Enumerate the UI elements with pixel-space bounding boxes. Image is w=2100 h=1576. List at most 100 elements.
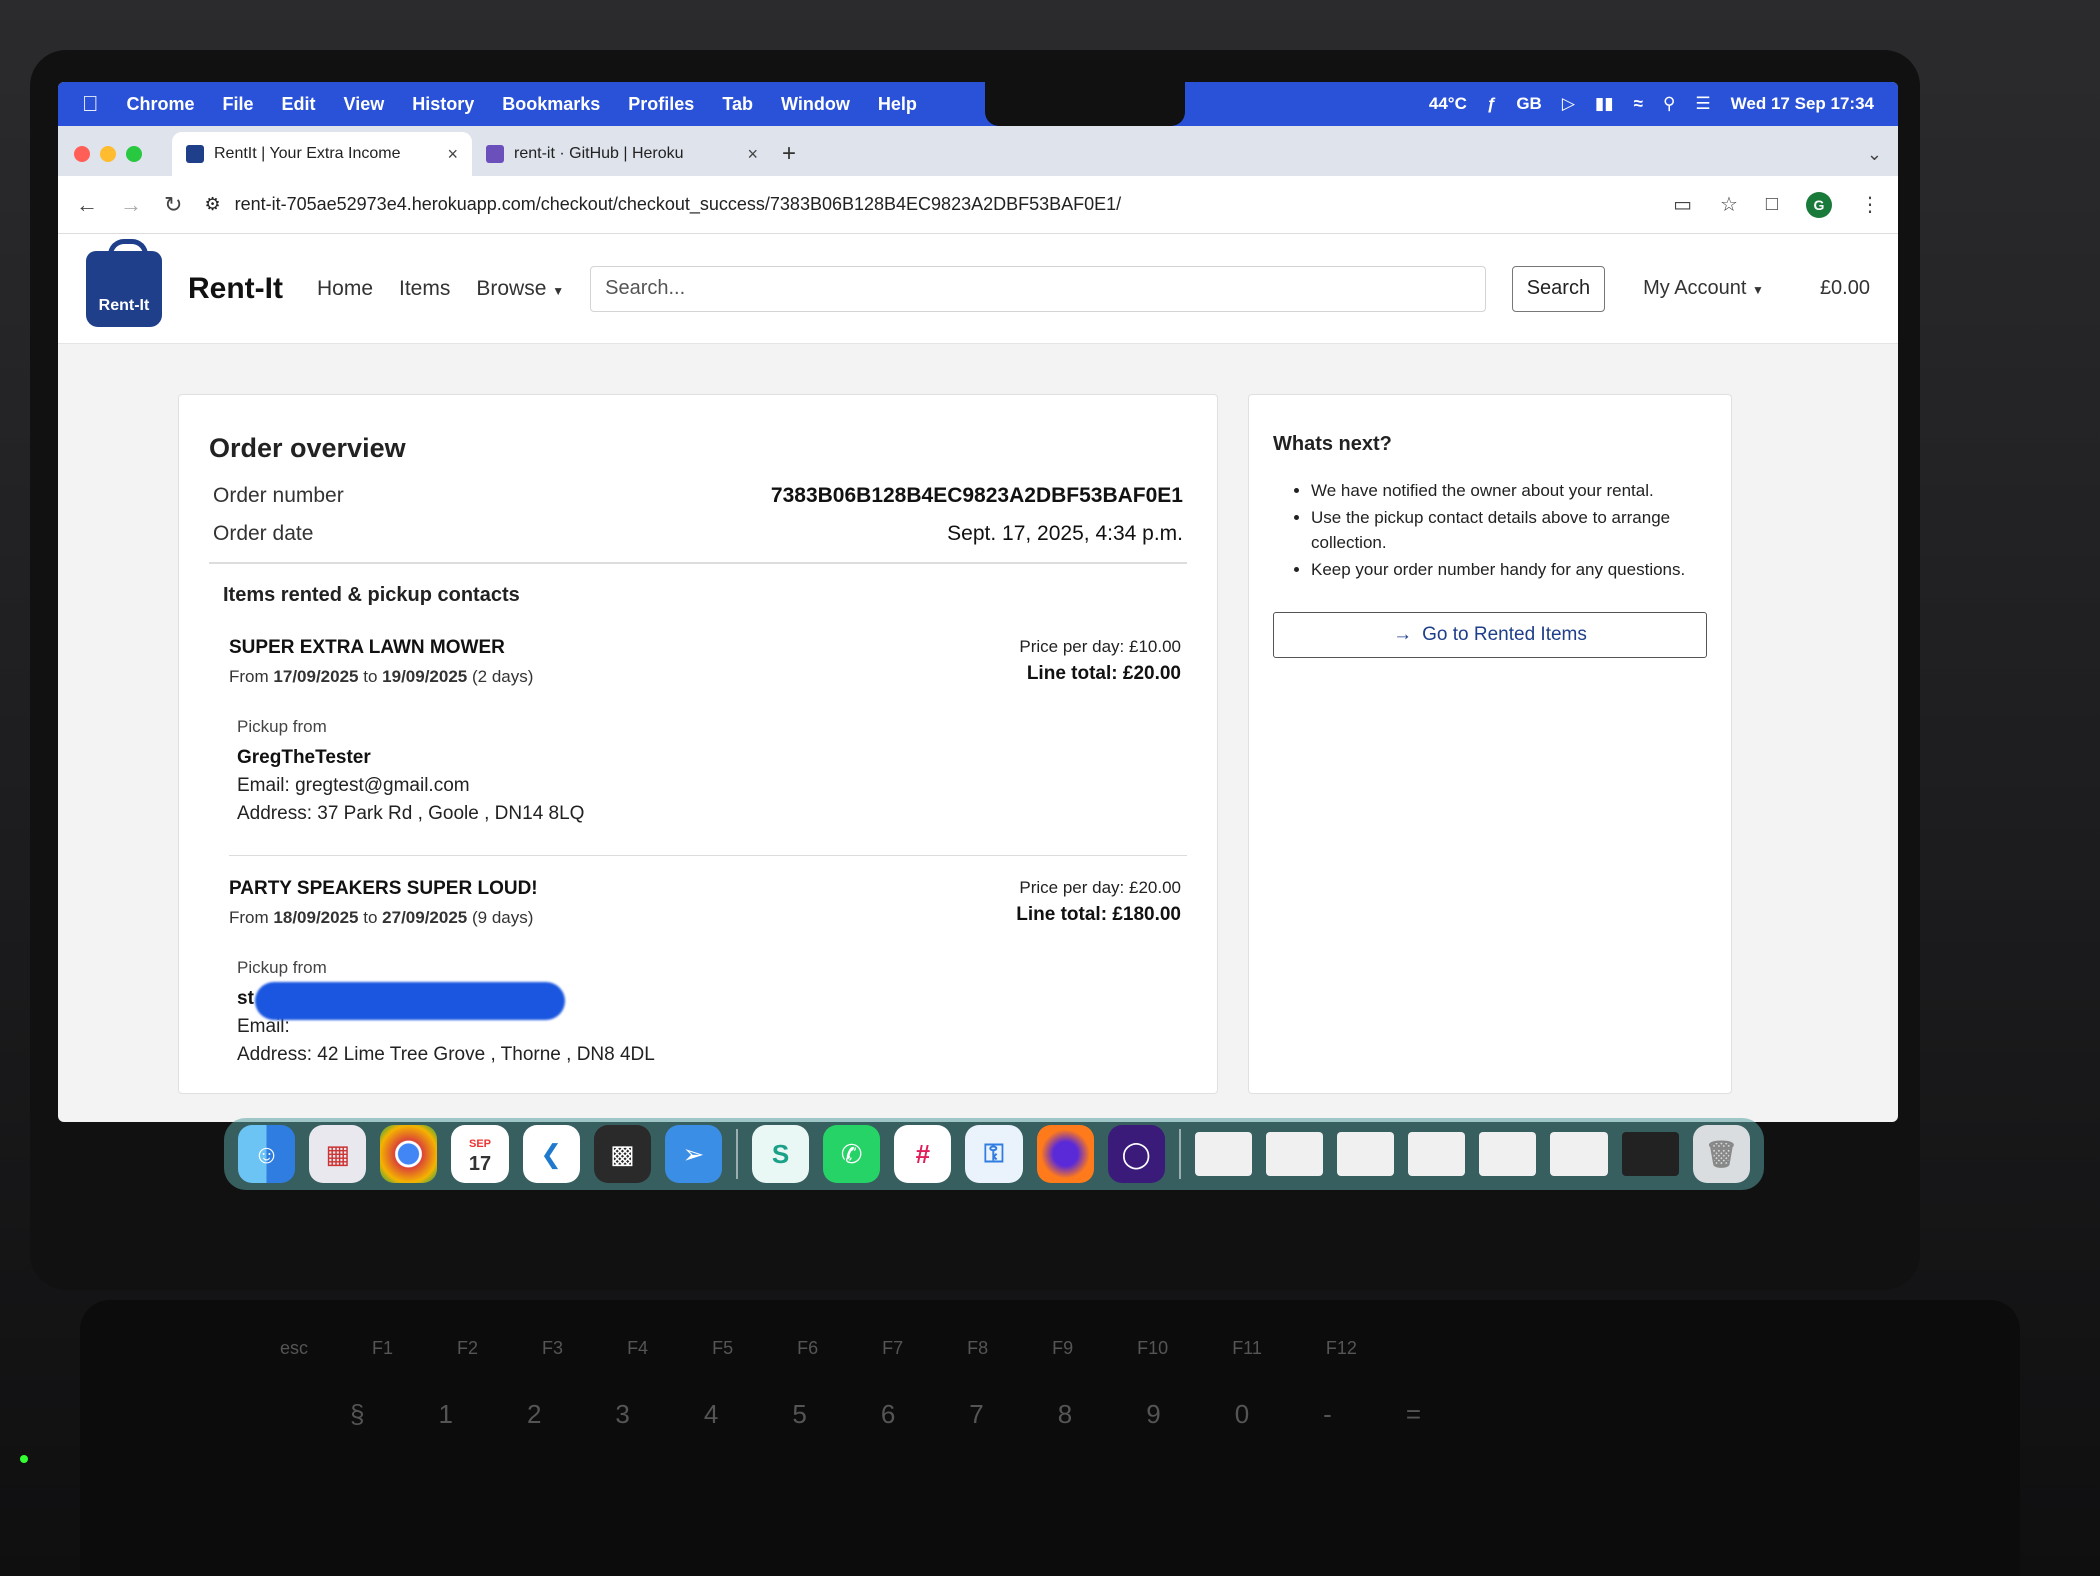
menu-clock[interactable]: Wed 17 Sep 17:34 [1731, 94, 1874, 114]
wifi-icon[interactable]: ≈ [1634, 94, 1643, 114]
key-f9[interactable]: F9 [1052, 1338, 1073, 1359]
close-tab-icon[interactable]: × [447, 144, 458, 165]
menu-edit[interactable]: Edit [282, 94, 316, 115]
tab-heroku[interactable]: rent-it · GitHub | Heroku × [472, 132, 772, 176]
menu-tab[interactable]: Tab [722, 94, 753, 115]
menu-app-name[interactable]: Chrome [127, 94, 195, 115]
url-text[interactable]: rent-it-705ae52973e4.herokuapp.com/check… [235, 194, 1122, 215]
key-f11[interactable]: F11 [1232, 1338, 1262, 1359]
slack-icon[interactable]: # [894, 1125, 952, 1183]
minimized-window-thumbnail[interactable] [1408, 1132, 1466, 1176]
key-7[interactable]: 7 [969, 1399, 983, 1430]
surfshark-icon[interactable]: S [751, 1125, 810, 1183]
key-f1[interactable]: F1 [372, 1338, 393, 1359]
extensions-puzzle-icon[interactable]: □ [1766, 193, 1778, 216]
key-6[interactable]: 6 [881, 1399, 895, 1430]
apple-icon[interactable]:  [82, 91, 99, 117]
minimized-window-thumbnail[interactable] [1550, 1132, 1608, 1176]
chrome-icon[interactable] [380, 1125, 438, 1183]
calendar-icon[interactable]: SEP 17 [451, 1125, 509, 1183]
key-4[interactable]: 4 [704, 1399, 718, 1430]
nav-browse-dropdown[interactable]: Browse ▼ [476, 277, 564, 301]
key-9[interactable]: 9 [1146, 1399, 1160, 1430]
key-f10[interactable]: F10 [1137, 1338, 1168, 1359]
trash-icon[interactable]: 🗑 [1692, 1125, 1750, 1183]
key-f7[interactable]: F7 [882, 1338, 903, 1359]
key-section[interactable]: § [350, 1399, 364, 1430]
zoom-window-button[interactable] [126, 146, 142, 162]
rentit-logo[interactable]: Rent-It [86, 238, 162, 327]
battery-icon[interactable]: ▮▮ [1595, 94, 1614, 114]
key-0[interactable]: 0 [1235, 1399, 1249, 1430]
key-2[interactable]: 2 [527, 1399, 541, 1430]
new-tab-button[interactable]: + [782, 132, 796, 176]
key-f6[interactable]: F6 [797, 1338, 818, 1359]
minimized-window-thumbnail[interactable] [1337, 1132, 1395, 1176]
my-account-dropdown[interactable]: My Account ▼ [1643, 277, 1764, 300]
menu-file[interactable]: File [223, 94, 254, 115]
control-center-icon[interactable]: ☰ [1695, 94, 1710, 114]
key-f4[interactable]: F4 [627, 1338, 648, 1359]
key-equals[interactable]: = [1406, 1399, 1421, 1430]
card-icon[interactable]: ▭ [1673, 192, 1692, 217]
key-5[interactable]: 5 [792, 1399, 806, 1430]
menu-window[interactable]: Window [781, 94, 850, 115]
back-arrow-icon[interactable]: ← [76, 192, 98, 218]
search-button[interactable]: Search [1511, 265, 1606, 312]
search-input[interactable]: Search... [590, 265, 1486, 312]
menu-history[interactable]: History [412, 94, 474, 115]
nav-items[interactable]: Items [399, 277, 450, 301]
cart-balance[interactable]: £0.00 [1820, 277, 1870, 300]
pickup-contact: Pickup from st Email: Address: 42 Lime T… [237, 958, 1181, 1066]
reload-icon[interactable]: ↻ [164, 192, 182, 218]
calculator-icon[interactable]: ▩ [593, 1125, 651, 1183]
key-f2[interactable]: F2 [457, 1338, 478, 1359]
script-icon[interactable]: ƒ [1487, 94, 1496, 114]
key-f5[interactable]: F5 [712, 1338, 733, 1359]
key-8[interactable]: 8 [1058, 1399, 1072, 1430]
tor-browser-icon[interactable]: ◯ [1107, 1125, 1165, 1183]
menu-help[interactable]: Help [878, 94, 917, 115]
minimized-window-thumbnail[interactable] [1265, 1132, 1324, 1176]
tab-search-chevron-icon[interactable]: ⌄ [1867, 132, 1882, 176]
spotlight-search-icon[interactable]: ⚲ [1663, 94, 1675, 114]
play-icon[interactable]: ▷ [1562, 94, 1575, 114]
close-window-button[interactable] [74, 146, 90, 162]
input-source-indicator[interactable]: GB [1516, 94, 1542, 114]
key-3[interactable]: 3 [615, 1399, 629, 1430]
finder-icon[interactable]: ☺ [238, 1125, 296, 1183]
temperature-readout[interactable]: 44°C [1429, 94, 1467, 114]
menu-status-area: 44°C ƒ GB ▷ ▮▮ ≈ ⚲ ☰ Wed 17 Sep 17:34 [1429, 94, 1874, 114]
chrome-menu-icon[interactable]: ⋮ [1860, 192, 1880, 217]
minimize-window-button[interactable] [100, 146, 116, 162]
key-1[interactable]: 1 [438, 1399, 452, 1430]
vscode-icon[interactable]: ❮ [522, 1125, 580, 1183]
launchpad-icon[interactable]: ▦ [309, 1125, 367, 1183]
site-settings-icon[interactable]: ⚙ [204, 194, 220, 215]
key-minus[interactable]: - [1323, 1399, 1332, 1430]
tab-rentit[interactable]: RentIt | Your Extra Income × [172, 132, 472, 176]
key-f8[interactable]: F8 [967, 1338, 988, 1359]
nav-home[interactable]: Home [317, 277, 373, 301]
keychain-icon[interactable]: ⚿ [965, 1125, 1023, 1183]
address-bar[interactable]: ⚙ rent-it-705ae52973e4.herokuapp.com/che… [204, 194, 1651, 215]
key-f3[interactable]: F3 [542, 1338, 563, 1359]
close-tab-icon[interactable]: × [747, 144, 758, 165]
menu-profiles[interactable]: Profiles [628, 94, 694, 115]
minimized-window-thumbnail[interactable] [1479, 1132, 1537, 1176]
key-esc[interactable]: esc [280, 1338, 308, 1359]
bookmark-star-icon[interactable]: ☆ [1720, 192, 1738, 217]
whatsapp-icon[interactable]: ✆ [823, 1125, 881, 1183]
forward-arrow-icon[interactable]: → [120, 192, 142, 218]
safari-icon[interactable]: ➢ [664, 1125, 722, 1183]
brand-name[interactable]: Rent-It [188, 272, 283, 306]
start-date: 18/09/2025 [273, 908, 359, 927]
minimized-window-thumbnail[interactable] [1621, 1132, 1679, 1176]
firefox-icon[interactable] [1036, 1125, 1094, 1183]
profile-avatar[interactable]: G [1806, 191, 1832, 218]
key-f12[interactable]: F12 [1326, 1338, 1357, 1359]
go-to-rented-items-button[interactable]: → Go to Rented Items [1273, 612, 1707, 658]
menu-view[interactable]: View [344, 94, 385, 115]
menu-bookmarks[interactable]: Bookmarks [502, 94, 600, 115]
minimized-window-thumbnail[interactable] [1194, 1132, 1252, 1176]
